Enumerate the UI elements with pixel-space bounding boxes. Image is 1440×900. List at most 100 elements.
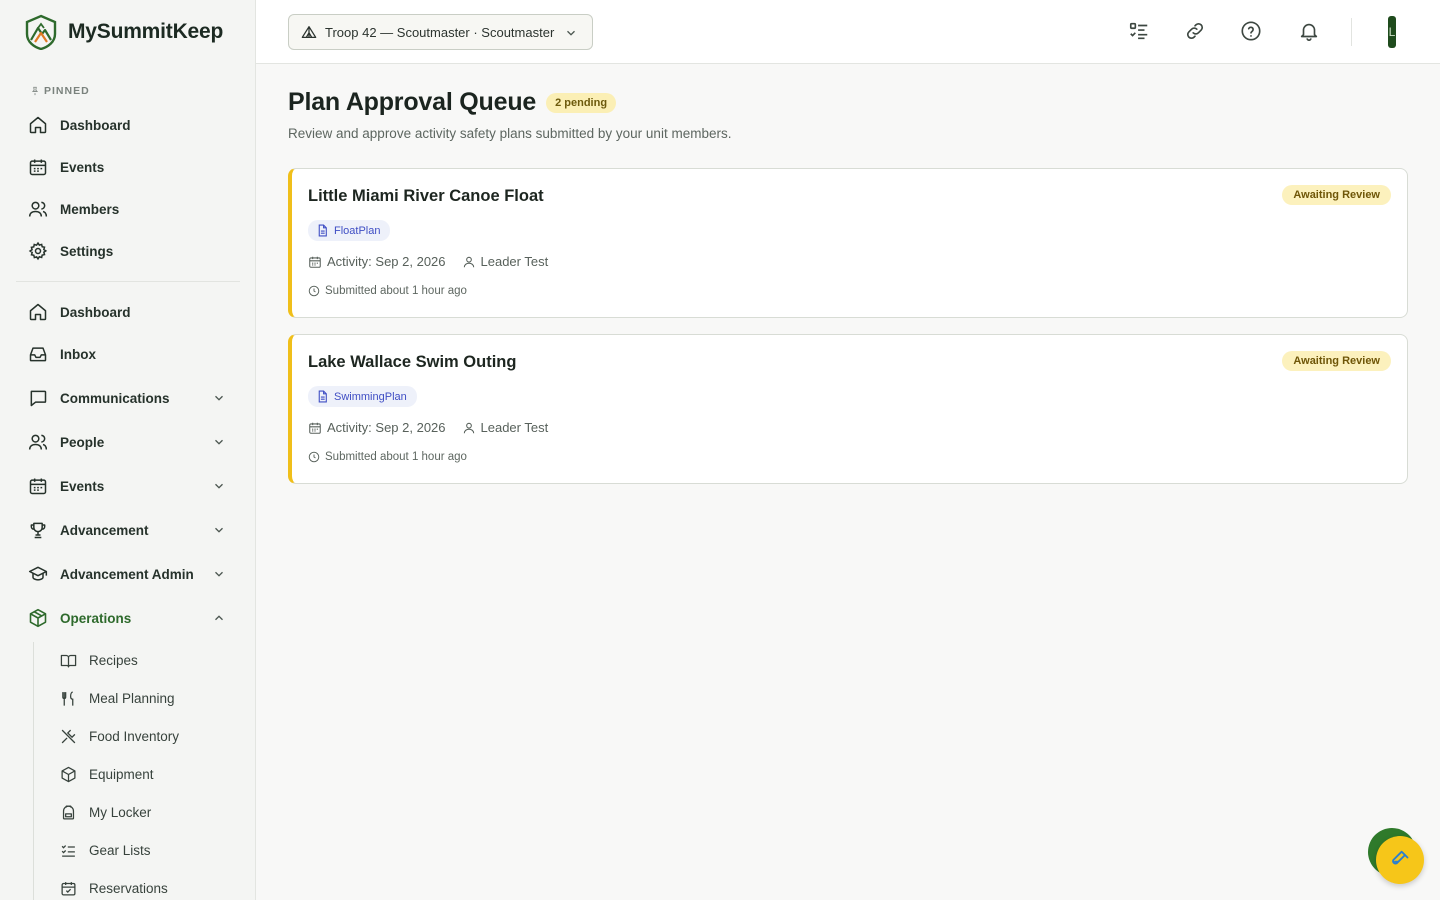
status-badge: Awaiting Review: [1282, 185, 1391, 205]
backpack-icon: [62, 804, 75, 820]
avatar[interactable]: L: [1388, 16, 1396, 48]
plan-type-badge: FloatPlan: [308, 220, 391, 241]
avatar-initial: L: [1388, 25, 1396, 39]
plan-meta: Activity: Sep 2, 2026 Leader Test: [308, 254, 564, 269]
sidebar-item-people[interactable]: People: [16, 424, 240, 460]
submenu-rail: [33, 642, 34, 900]
plan-title: Little Miami River Canoe Float: [308, 187, 544, 205]
sidebar-item-communications[interactable]: Communications: [16, 380, 240, 416]
link-icon[interactable]: [1184, 20, 1206, 42]
sidebar-subitem-my-locker[interactable]: My Locker: [50, 797, 240, 827]
page-subtitle: Review and approve activity safety plans…: [288, 126, 732, 141]
plan-card[interactable]: Little Miami River Canoe Float Awaiting …: [288, 168, 1408, 318]
sidebar-item-label: Operations: [60, 610, 132, 626]
chevron-down-icon: [215, 571, 223, 577]
unit-selector[interactable]: Troop 42 — Scoutmaster · Scoutmaster: [288, 14, 593, 50]
sidebar-item-events[interactable]: Events: [16, 468, 240, 504]
status-badge: Awaiting Review: [1282, 351, 1391, 371]
sidebar-subitem-label: Reservations: [89, 880, 168, 896]
sidebar-subitem-gear-lists[interactable]: Gear Lists: [50, 835, 240, 865]
pinned-item-members[interactable]: Members: [16, 191, 240, 227]
calendar-icon: [29, 159, 47, 176]
trophy-icon: [30, 522, 46, 539]
plan-meta: Activity: Sep 2, 2026 Leader Test: [308, 420, 564, 435]
utensils-crossed-icon: [61, 729, 76, 743]
page-title: Plan Approval Queue: [288, 88, 537, 116]
sidebar-item-label: Advancement Admin: [60, 566, 194, 582]
sidebar-subitem-label: Meal Planning: [89, 690, 175, 706]
graduation-cap-icon: [28, 566, 48, 581]
sidebar-subitem-food-inventory[interactable]: Food Inventory: [50, 721, 240, 751]
chevron-down-icon: [215, 483, 223, 489]
calendar-check-icon: [61, 881, 76, 896]
sidebar-subitem-label: My Locker: [89, 804, 152, 820]
user-icon: [463, 422, 474, 433]
users-icon: [28, 434, 48, 450]
pin-icon: [31, 86, 39, 96]
activity-date-text: Activity: Sep 2, 2026: [327, 254, 446, 269]
plan-leader-text: Leader Test: [480, 420, 549, 435]
brand-name: MySummitKeep: [68, 20, 224, 43]
package-icon: [29, 608, 47, 628]
plan-title: Lake Wallace Swim Outing: [308, 353, 517, 371]
sidebar-item-label: Events: [60, 478, 105, 494]
chevron-up-icon: [215, 615, 223, 621]
chevron-down-icon: [215, 395, 223, 401]
file-text-icon: [318, 224, 327, 237]
sidebar-subitem-reservations[interactable]: Reservations: [50, 873, 240, 900]
sidebar-subitem-equipment[interactable]: Equipment: [50, 759, 240, 789]
plan-type-label: SwimmingPlan: [334, 390, 407, 403]
message-icon: [30, 390, 47, 407]
sidebar-item-label: People: [60, 434, 105, 450]
inbox-icon: [29, 347, 47, 362]
package-icon: [61, 766, 76, 782]
gear-icon: [28, 241, 48, 261]
sidebar-subitem-recipes[interactable]: Recipes: [50, 645, 240, 675]
plan-leader: Leader Test: [462, 420, 549, 435]
sidebar-subitem-label: Equipment: [89, 766, 154, 782]
users-icon: [28, 201, 48, 217]
bell-icon[interactable]: [1298, 20, 1320, 42]
home-icon: [29, 303, 47, 321]
chevron-down-icon: [215, 527, 223, 533]
header-separator: [1351, 18, 1352, 46]
pinned-section-label: PINNED: [30, 85, 90, 97]
home-icon: [29, 116, 47, 134]
sidebar-item-inbox[interactable]: Inbox: [16, 336, 240, 372]
sidebar-item-operations[interactable]: Operations: [16, 600, 240, 636]
pending-count-badge: 2 pending: [546, 92, 617, 113]
sidebar-subitem-label: Gear Lists: [89, 842, 151, 858]
utensils-icon: [62, 690, 74, 706]
brand[interactable]: MySummitKeep: [24, 14, 223, 50]
chevron-down-icon: [215, 439, 223, 445]
sidebar: MySummitKeep PINNED Dashboard Events Mem…: [0, 0, 256, 900]
sidebar-item-dashboard[interactable]: Dashboard: [16, 294, 240, 330]
calendar-icon: [29, 478, 47, 495]
test-tube-icon: [1392, 850, 1409, 865]
user-icon: [463, 256, 474, 267]
top-header: Troop 42 — Scoutmaster · Scoutmaster L: [256, 0, 1440, 64]
pinned-item-label: Dashboard: [60, 117, 131, 133]
submitted-time: Submitted about 1 hour ago: [308, 451, 467, 463]
pinned-item-settings[interactable]: Settings: [16, 233, 240, 269]
pinned-item-dashboard[interactable]: Dashboard: [16, 107, 240, 143]
help-icon[interactable]: [1240, 20, 1262, 42]
sidebar-item-advancement[interactable]: Advancement: [16, 512, 240, 548]
page-title-row: Plan Approval Queue 2 pending: [288, 88, 617, 117]
plan-leader-text: Leader Test: [480, 254, 549, 269]
list-checks-icon: [61, 844, 75, 857]
plan-leader: Leader Test: [462, 254, 549, 269]
tent-icon: [301, 26, 317, 38]
pinned-item-label: Settings: [60, 243, 114, 259]
brand-logo-icon: [25, 14, 57, 50]
pinned-label-text: PINNED: [44, 85, 90, 97]
unit-selector-label: Troop 42 — Scoutmaster · Scoutmaster: [325, 24, 555, 40]
sidebar-item-advancement-admin[interactable]: Advancement Admin: [16, 556, 240, 592]
sidebar-subitem-meal-planning[interactable]: Meal Planning: [50, 683, 240, 713]
clock-icon: [308, 285, 320, 297]
pinned-item-events[interactable]: Events: [16, 149, 240, 185]
checklist-icon[interactable]: [1128, 20, 1150, 42]
plan-card[interactable]: Lake Wallace Swim Outing Awaiting Review…: [288, 334, 1408, 484]
floating-action-button[interactable]: [1376, 836, 1424, 884]
sidebar-subitem-label: Food Inventory: [89, 728, 180, 744]
